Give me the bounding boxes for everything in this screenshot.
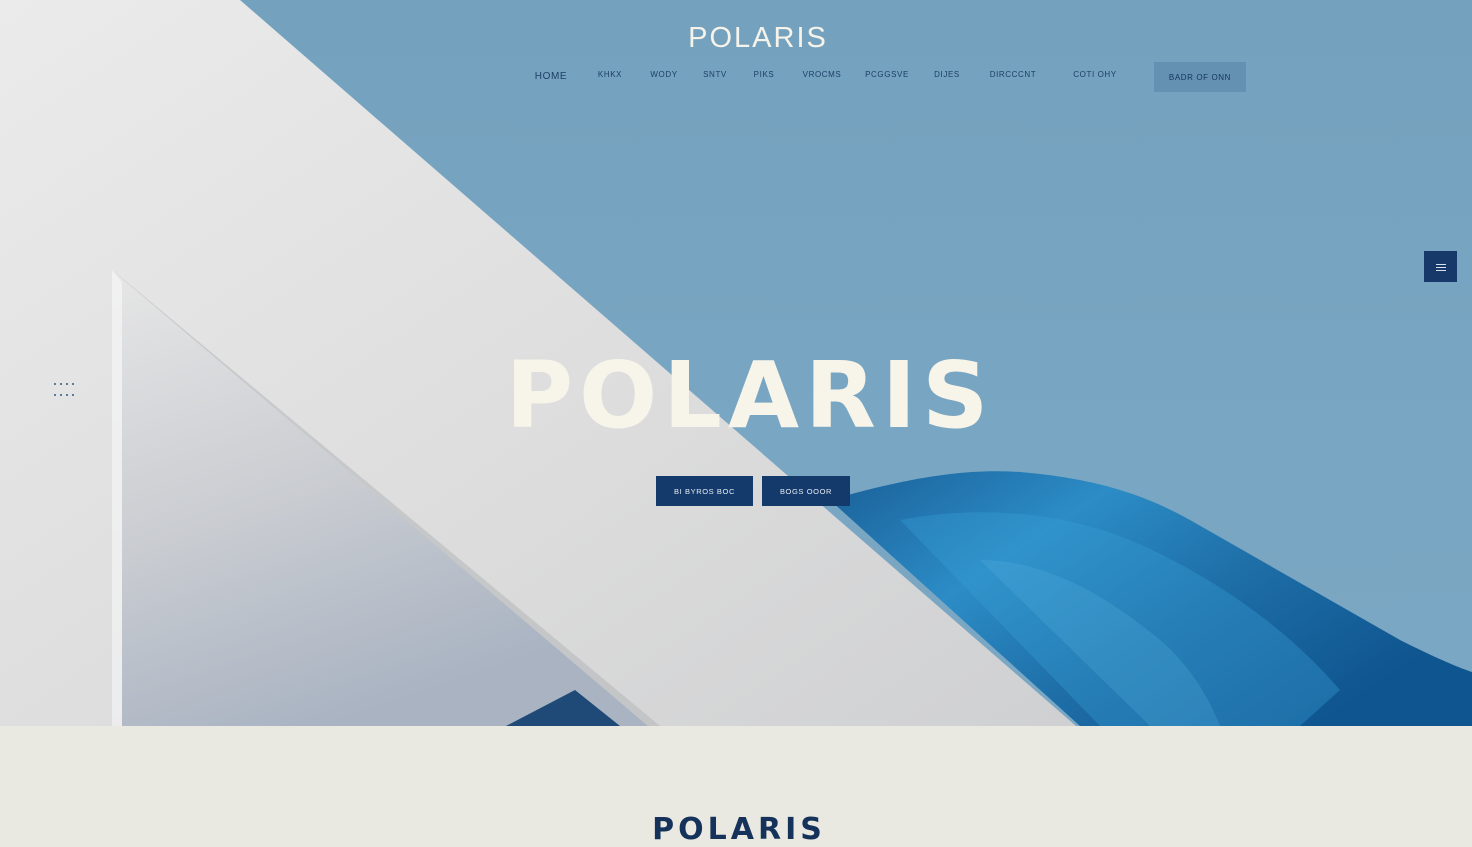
section-title: POLARIS [652, 812, 826, 847]
nav-item-10[interactable]: COTI OHY [1073, 70, 1116, 79]
book-button[interactable]: BADR OF ONN [1154, 62, 1246, 92]
nav-item-3[interactable]: WODY [650, 70, 677, 79]
hamburger-menu-icon [1435, 263, 1446, 271]
hero-section: POLARIS HOME KHKX WODY SNTV PIKS VROCMS … [0, 0, 1472, 726]
primary-cta-button[interactable]: BI BYROS BOC [656, 476, 753, 506]
nav-item-6[interactable]: VROCMS [803, 70, 842, 79]
hero-title: POLARIS [505, 342, 995, 449]
side-menu-button[interactable] [1424, 251, 1457, 282]
site-logo[interactable]: POLARIS [0, 22, 1472, 55]
secondary-cta-button[interactable]: BOGS OOOR [762, 476, 850, 506]
nav-item-2[interactable]: KHKX [598, 70, 622, 79]
nav-item-4[interactable]: SNTV [703, 70, 727, 79]
nav-item-home[interactable]: HOME [535, 71, 567, 82]
nav-item-5[interactable]: PIKS [754, 70, 775, 79]
nav-item-9[interactable]: DIRCCCNT [990, 70, 1037, 79]
nav-item-7[interactable]: PCGGSVE [865, 70, 909, 79]
nav-item-8[interactable]: DIJES [934, 70, 960, 79]
